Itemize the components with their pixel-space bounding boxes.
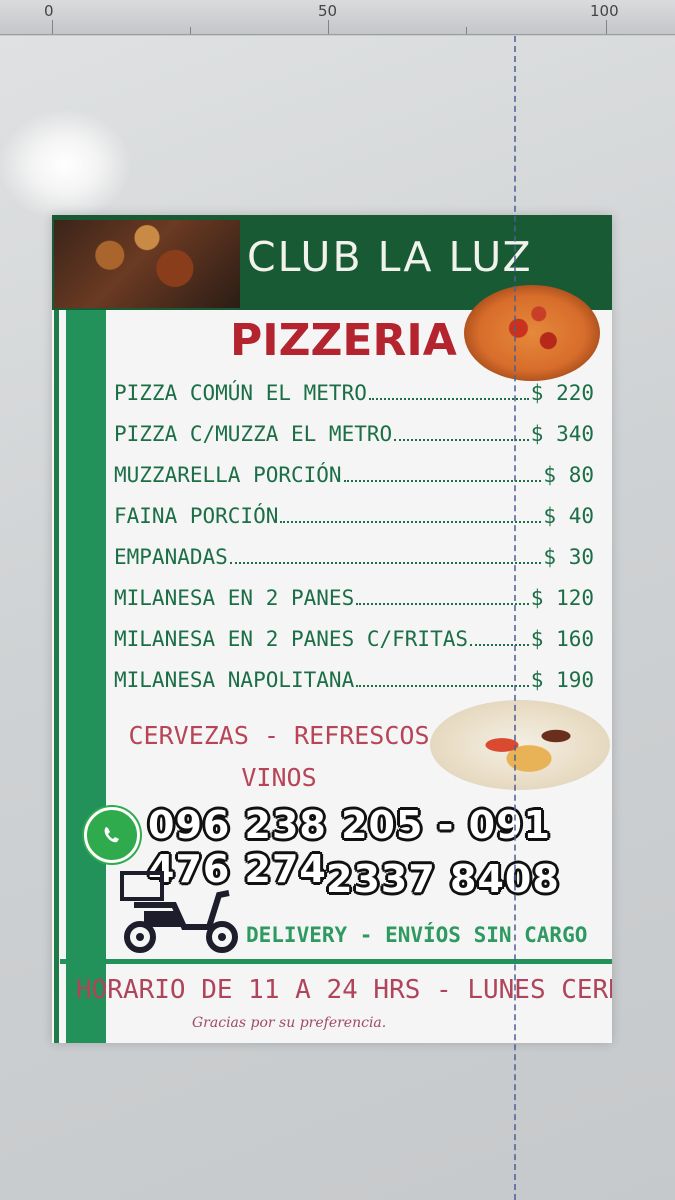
menu-item-price: $ 190	[530, 668, 594, 692]
menu-flyer[interactable]: CLUB LA LUZ PIZZERIA PIZZA COMÚN EL METR…	[52, 215, 612, 1043]
menu-item-price: $ 160	[530, 627, 594, 651]
ruler: 0 50 100	[0, 0, 675, 35]
delivery-scooter-icon	[120, 871, 238, 953]
ruler-label: 0	[44, 2, 54, 20]
drinks-line: CERVEZAS - REFRESCOS	[128, 721, 430, 750]
thanks-note: Gracias por su preferencia.	[192, 1015, 387, 1031]
menu-item-price: $ 30	[543, 545, 594, 569]
menu-item-price: $ 120	[530, 586, 594, 610]
flyer-title: CLUB LA LUZ	[247, 233, 533, 281]
menu-item: PIZZA C/MUZZA EL METRO $ 340	[114, 422, 594, 463]
divider	[60, 959, 612, 964]
leader-dots	[470, 644, 529, 646]
menu-item-name: EMPANADAS	[114, 545, 228, 569]
guide-line[interactable]	[514, 36, 516, 1200]
phone-numbers-2: 2337 8408	[326, 857, 612, 901]
ruler-tick	[190, 27, 191, 34]
food-photo	[54, 220, 240, 308]
menu-item-price: $ 80	[543, 463, 594, 487]
leader-dots	[356, 685, 529, 687]
leader-dots	[229, 562, 542, 564]
drinks-block: CERVEZAS - REFRESCOS VINOS	[119, 715, 439, 799]
menu-item: FAINA PORCIÓN $ 40	[114, 504, 594, 545]
menu-item-name: MUZZARELLA PORCIÓN	[114, 463, 342, 487]
pizza-photo	[464, 285, 600, 381]
menu-item-name: MILANESA EN 2 PANES C/FRITAS	[114, 627, 469, 651]
menu-item: MILANESA EN 2 PANES C/FRITAS $ 160	[114, 627, 594, 668]
pizzeria-heading: PIZZERIA	[230, 315, 457, 366]
menu-item-name: PIZZA C/MUZZA EL METRO	[114, 422, 393, 446]
menu-item: PIZZA COMÚN EL METRO $ 220	[114, 381, 594, 422]
drinks-line: VINOS	[241, 763, 317, 792]
menu-item: EMPANADAS $ 30	[114, 545, 594, 586]
delivery-text: DELIVERY - ENVÍOS SIN CARGO	[246, 923, 588, 947]
menu-item-name: FAINA PORCIÓN	[114, 504, 279, 528]
ruler-tick	[52, 20, 53, 34]
left-stripe-thin	[54, 310, 59, 1043]
menu-item: MILANESA EN 2 PANES $ 120	[114, 586, 594, 627]
opening-hours: HORARIO DE 11 A 24 HRS - LUNES CERRADO	[76, 975, 612, 1005]
price-list: PIZZA COMÚN EL METRO $ 220 PIZZA C/MUZZA…	[114, 381, 594, 709]
ruler-label: 100	[590, 2, 619, 20]
menu-item-name: MILANESA NAPOLITANA	[114, 668, 355, 692]
menu-item: MUZZARELLA PORCIÓN $ 80	[114, 463, 594, 504]
menu-item-name: MILANESA EN 2 PANES	[114, 586, 355, 610]
ruler-tick	[606, 20, 607, 34]
menu-item-name: PIZZA COMÚN EL METRO	[114, 381, 367, 405]
leader-dots	[343, 480, 542, 482]
ruler-tick	[466, 27, 467, 34]
leader-dots	[394, 439, 529, 441]
ruler-tick	[328, 20, 329, 34]
menu-item-price: $ 340	[530, 422, 594, 446]
menu-item-price: $ 220	[530, 381, 594, 405]
left-stripe	[66, 310, 106, 1043]
leader-dots	[368, 398, 529, 400]
leader-dots	[356, 603, 529, 605]
phone-line: 2337 8408	[326, 857, 560, 901]
menu-item-price: $ 40	[543, 504, 594, 528]
leader-dots	[280, 521, 542, 523]
screen-glare	[0, 110, 130, 220]
ruler-label: 50	[318, 2, 338, 20]
plate-photo	[430, 700, 610, 790]
whatsapp-icon	[84, 807, 140, 863]
